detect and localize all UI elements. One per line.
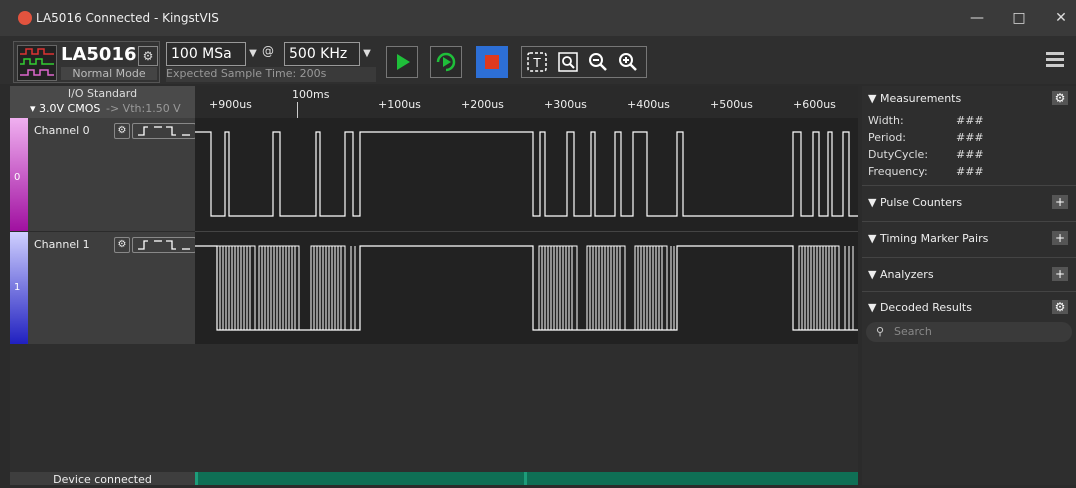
gear-icon[interactable]: ⚙ xyxy=(1052,91,1068,105)
frequency-value: 500 KHz xyxy=(289,46,348,62)
section-divider xyxy=(862,185,1076,186)
io-standard-label: I/O Standard xyxy=(67,87,138,100)
trigger-edge-selector[interactable] xyxy=(132,123,196,139)
close-icon[interactable]: ✕ xyxy=(1046,6,1076,30)
chevron-down-icon[interactable]: ▼ xyxy=(245,43,260,65)
device-mode: Normal Mode xyxy=(61,67,157,80)
ruler-marker-line xyxy=(297,102,298,118)
measurement-label: DutyCycle: xyxy=(868,148,929,161)
waveform-canvas xyxy=(195,131,858,331)
timing-marker-pairs-title[interactable]: ▼ Timing Marker Pairs xyxy=(868,232,988,245)
ruler-tick: +200us xyxy=(461,98,504,111)
start-button[interactable] xyxy=(386,46,418,78)
waveform-area[interactable] xyxy=(195,118,858,344)
measurement-value: ### xyxy=(956,131,984,144)
empty-channel-area xyxy=(10,344,858,472)
measurement-value: ### xyxy=(956,148,984,161)
loop-play-icon xyxy=(436,52,456,72)
measurement-label: Width: xyxy=(868,114,904,127)
zoom-out-icon[interactable] xyxy=(587,51,609,73)
minimize-icon[interactable]: — xyxy=(962,6,992,30)
pulse-counters-title[interactable]: ▼ Pulse Counters xyxy=(868,196,962,209)
ruler-tick: +600us xyxy=(793,98,836,111)
zoom-fit-icon[interactable] xyxy=(557,51,579,73)
section-divider xyxy=(862,221,1076,222)
ruler-marker: 100ms xyxy=(292,88,330,101)
at-label: @ xyxy=(262,44,274,58)
measurement-value: ### xyxy=(956,165,984,178)
search-input[interactable]: ⚲ Search xyxy=(866,322,1072,342)
device-name: LA5016 xyxy=(61,44,137,65)
frequency-select[interactable]: 500 KHz xyxy=(284,42,360,66)
channel-0-index: 0 xyxy=(14,172,21,183)
search-icon: ⚲ xyxy=(876,325,885,338)
loop-start-button[interactable] xyxy=(430,46,462,78)
status-bar: Device connected xyxy=(10,472,858,486)
search-placeholder: Search xyxy=(894,325,932,338)
title-bar: LA5016 Connected - KingstVIS — □ ✕ xyxy=(0,0,1076,36)
status-divider xyxy=(195,472,198,485)
play-icon xyxy=(397,54,410,70)
time-ruler[interactable]: 100ms +900us +100us +200us +300us +400us… xyxy=(195,86,858,118)
svg-text:T: T xyxy=(532,56,541,70)
channel-0-name: Channel 0 xyxy=(34,124,90,137)
status-divider xyxy=(524,472,527,485)
add-icon[interactable]: + xyxy=(1052,267,1068,281)
channel-0-waveform xyxy=(195,131,858,217)
device-logo-icon xyxy=(17,45,57,81)
add-icon[interactable]: + xyxy=(1052,195,1068,209)
measurements-title[interactable]: ▼ Measurements xyxy=(868,92,961,105)
toolbar: LA5016 ⚙ Normal Mode 100 MSa ▼ @ 500 KHz… xyxy=(0,36,1076,84)
menu-icon[interactable] xyxy=(1046,52,1064,68)
window-title: LA5016 Connected - KingstVIS xyxy=(36,11,219,25)
zoom-tools-group: T xyxy=(521,46,647,78)
decoded-results-title[interactable]: ▼ Decoded Results xyxy=(868,301,972,314)
measurement-label: Frequency: xyxy=(868,165,928,178)
stop-icon xyxy=(485,55,499,69)
channel-1-header[interactable]: 1 Channel 1 ⚙ xyxy=(10,232,196,344)
stop-button[interactable] xyxy=(476,46,508,78)
channel-0-header[interactable]: 0 Channel 0 ⚙ xyxy=(10,118,196,231)
status-text: Device connected xyxy=(10,472,195,486)
threshold-voltage: -> Vth:1.50 V xyxy=(106,102,181,115)
io-standard-select[interactable]: ▾ 3.0V CMOS xyxy=(30,102,100,115)
sample-rate-value: 100 MSa xyxy=(171,46,232,62)
section-divider xyxy=(862,291,1076,292)
add-icon[interactable]: + xyxy=(1052,231,1068,245)
ruler-tick: +900us xyxy=(209,98,252,111)
side-panel: ▼ Measurements ⚙ Width: ### Period: ### … xyxy=(862,86,1076,485)
sample-rate-select[interactable]: 100 MSa xyxy=(166,42,246,66)
channel-1-index: 1 xyxy=(14,282,21,293)
ruler-tick: +300us xyxy=(544,98,587,111)
app-logo-icon xyxy=(18,11,32,25)
channel-1-burst-group xyxy=(216,245,854,331)
gear-icon[interactable]: ⚙ xyxy=(1052,300,1068,314)
io-standard-panel: I/O Standard ▾ 3.0V CMOS -> Vth:1.50 V xyxy=(10,86,195,118)
trigger-edge-selector[interactable] xyxy=(132,237,196,253)
gear-icon[interactable]: ⚙ xyxy=(114,123,130,139)
chevron-down-icon[interactable]: ▼ xyxy=(359,43,374,65)
gear-icon[interactable]: ⚙ xyxy=(114,237,130,253)
maximize-icon[interactable]: □ xyxy=(1004,6,1034,30)
ruler-tick: +500us xyxy=(710,98,753,111)
trigger-icons xyxy=(138,240,190,250)
zoom-in-icon[interactable] xyxy=(617,51,639,73)
measurement-label: Period: xyxy=(868,131,907,144)
device-panel: LA5016 ⚙ Normal Mode xyxy=(13,41,160,83)
analyzers-title[interactable]: ▼ Analyzers xyxy=(868,268,934,281)
device-settings-gear-icon[interactable]: ⚙ xyxy=(138,46,158,66)
ruler-tick: +100us xyxy=(378,98,421,111)
measurement-value: ### xyxy=(956,114,984,127)
channel-1-waveform xyxy=(195,245,858,331)
expected-sample-time: Expected Sample Time: 200s xyxy=(166,67,376,82)
section-divider xyxy=(862,257,1076,258)
ruler-tick: +400us xyxy=(627,98,670,111)
trigger-icons xyxy=(138,126,190,136)
text-cursor-icon[interactable]: T xyxy=(526,51,548,73)
channel-1-name: Channel 1 xyxy=(34,238,90,251)
